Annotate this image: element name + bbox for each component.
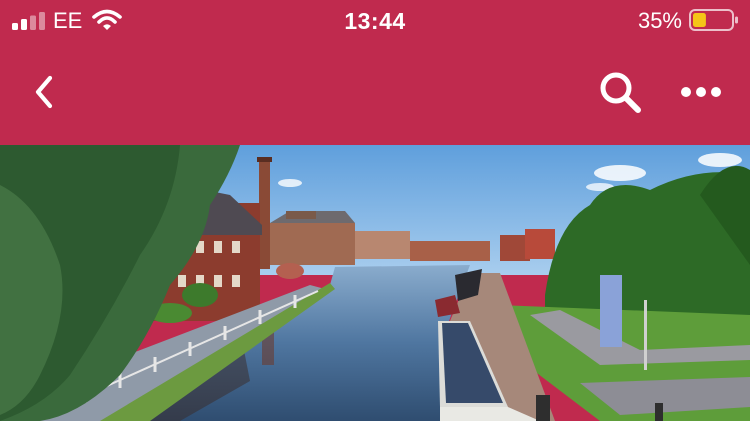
search-button[interactable] (598, 70, 644, 116)
back-button[interactable] (28, 72, 64, 112)
battery-icon (689, 9, 738, 31)
more-options-button[interactable] (676, 76, 726, 108)
navigation-bar (0, 40, 750, 145)
search-icon (600, 72, 641, 113)
battery-percentage: 35% (637, 8, 682, 33)
status-bar: EE 13:44 35% (0, 0, 750, 40)
more-dots-icon (681, 87, 721, 97)
canal-scene-image (0, 145, 750, 421)
battery-level-fill (693, 13, 706, 27)
back-chevron-icon (35, 75, 53, 109)
